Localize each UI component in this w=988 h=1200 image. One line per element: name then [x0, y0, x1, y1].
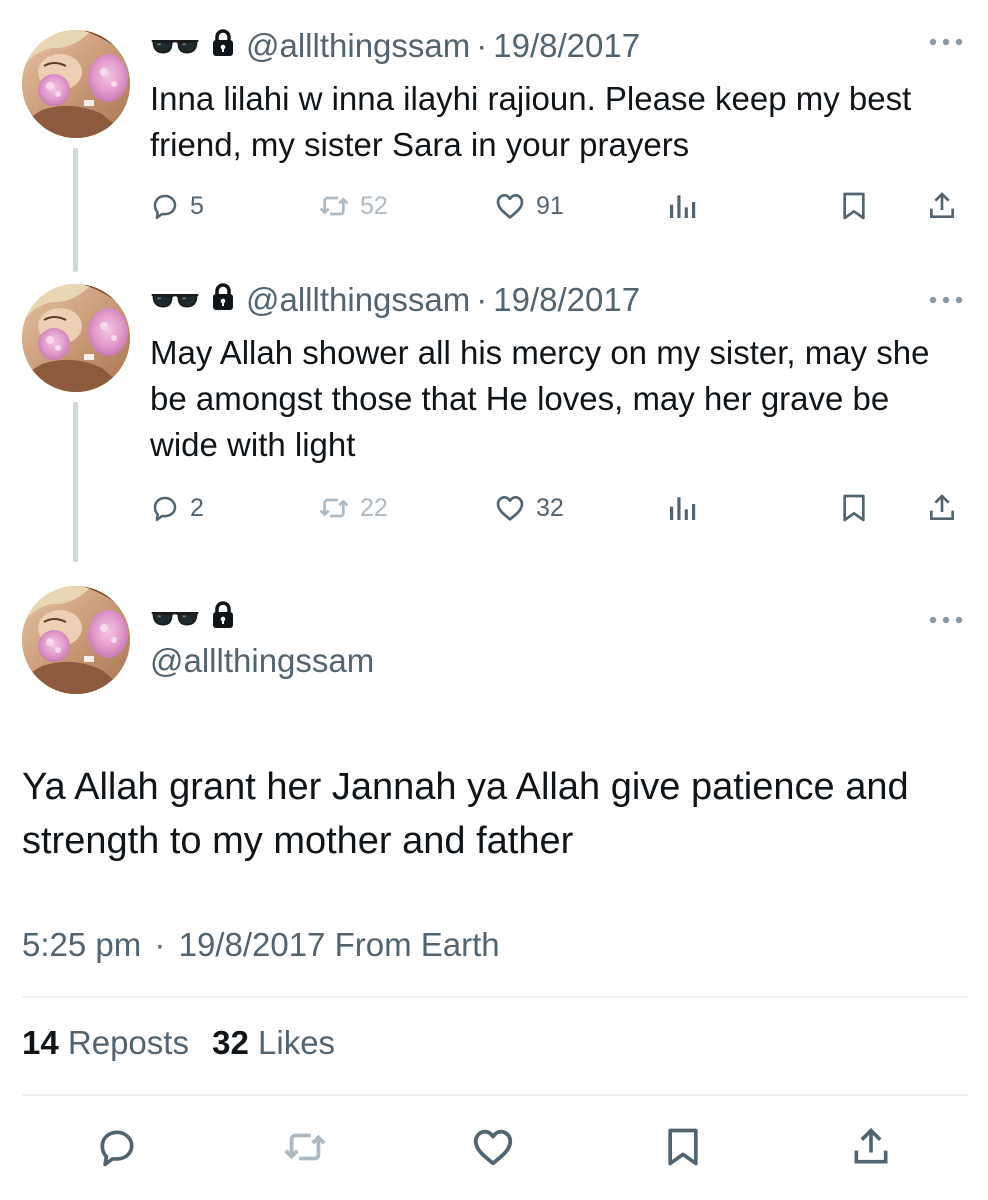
tweet-header [150, 596, 246, 640]
user-handle[interactable]: @alllthingssam [150, 642, 374, 680]
like-button[interactable]: 91 [494, 184, 564, 228]
avatar[interactable] [22, 586, 130, 694]
more-dots-icon[interactable] [928, 34, 964, 44]
lock-icon [212, 599, 234, 637]
thread-connector [73, 148, 78, 272]
bookmark-button[interactable] [838, 486, 870, 530]
tweet-header: @alllthingssam · 19/8/2017 [150, 278, 640, 322]
main-tweet-text: Ya Allah grant her Jannah ya Allah give … [22, 766, 909, 862]
reply-icon [95, 1125, 139, 1174]
tweet-actions: 2 22 32 [150, 486, 970, 530]
repost-button[interactable]: 22 [318, 486, 388, 530]
repost-button[interactable] [280, 1124, 330, 1174]
like-button[interactable] [468, 1124, 518, 1174]
tweet-text: May Allah shower all his mercy on my sis… [150, 334, 930, 463]
main-tweet: @alllthingssam [0, 582, 988, 1200]
tweet-date[interactable]: 19/8/2017 [493, 281, 640, 319]
repost-icon [318, 190, 350, 222]
tweet-source: From Earth [334, 926, 500, 963]
user-handle[interactable]: @alllthingssam [246, 281, 470, 319]
share-button[interactable] [926, 184, 958, 228]
reply-button[interactable] [92, 1124, 142, 1174]
separator: · [476, 281, 488, 318]
repost-count: 52 [360, 191, 388, 220]
thread-tweet[interactable]: @alllthingssam · 19/8/2017 May Allah sho… [0, 272, 988, 582]
heart-icon [470, 1124, 516, 1175]
share-button[interactable] [926, 486, 958, 530]
sunglasses-icon [150, 281, 200, 319]
tweet-date[interactable]: 19/8/2017 [493, 27, 640, 65]
like-button[interactable]: 32 [494, 486, 564, 530]
lock-icon [212, 27, 234, 65]
reply-icon [150, 493, 180, 523]
like-count: 91 [536, 191, 564, 220]
share-icon [926, 190, 958, 222]
reply-count: 5 [190, 191, 204, 220]
reply-count: 2 [190, 493, 204, 522]
heart-icon [494, 492, 526, 524]
sunglasses-icon [150, 27, 200, 65]
tweet-text: Inna lilahi w inna ilayhi rajioun. Pleas… [150, 80, 912, 163]
tweet-meta: 5:25 pm · 19/8/2017 From Earth [22, 926, 500, 964]
share-icon [849, 1125, 893, 1174]
reposts-count: 14 [22, 1024, 59, 1061]
likes-stat[interactable]: 32 Likes [212, 1024, 335, 1061]
thread-tweet[interactable]: @alllthingssam · 19/8/2017 Inna lilahi w… [0, 0, 988, 272]
separator: · [476, 27, 488, 64]
repost-button[interactable]: 52 [318, 184, 388, 228]
tweet-actions: 5 52 91 [150, 184, 970, 228]
like-count: 32 [536, 493, 564, 522]
avatar[interactable] [22, 284, 130, 392]
reposts-label: Reposts [67, 1024, 189, 1061]
likes-label: Likes [258, 1024, 336, 1061]
tweet-date[interactable]: 19/8/2017 [179, 926, 326, 963]
divider [22, 1094, 968, 1096]
lock-icon [212, 281, 234, 319]
bookmark-button[interactable] [838, 184, 870, 228]
main-tweet-actions [0, 1120, 988, 1180]
more-dots-icon[interactable] [928, 612, 964, 622]
reply-button[interactable]: 5 [150, 184, 204, 228]
analytics-icon [666, 492, 698, 524]
more-dots-icon[interactable] [928, 292, 964, 302]
likes-count: 32 [212, 1024, 249, 1061]
analytics-button[interactable] [666, 184, 698, 228]
user-handle[interactable]: @alllthingssam [246, 27, 470, 65]
bookmark-button[interactable] [658, 1124, 708, 1174]
reply-icon [150, 191, 180, 221]
bookmark-icon [838, 492, 870, 524]
repost-icon [318, 492, 350, 524]
analytics-icon [666, 190, 698, 222]
repost-icon [282, 1124, 328, 1175]
repost-count: 22 [360, 493, 388, 522]
thread-connector [73, 402, 78, 562]
sunglasses-icon [150, 599, 200, 637]
reply-button[interactable]: 2 [150, 486, 204, 530]
analytics-button[interactable] [666, 486, 698, 530]
separator: · [154, 926, 166, 963]
engagement-stats: 14 Reposts 32 Likes [22, 1024, 335, 1062]
tweet-header: @alllthingssam · 19/8/2017 [150, 24, 640, 68]
avatar[interactable] [22, 30, 130, 138]
tweet-time[interactable]: 5:25 pm [22, 926, 141, 963]
bookmark-icon [661, 1125, 705, 1174]
bookmark-icon [838, 190, 870, 222]
heart-icon [494, 190, 526, 222]
divider [22, 996, 968, 998]
share-icon [926, 492, 958, 524]
share-button[interactable] [846, 1124, 896, 1174]
reposts-stat[interactable]: 14 Reposts [22, 1024, 189, 1061]
